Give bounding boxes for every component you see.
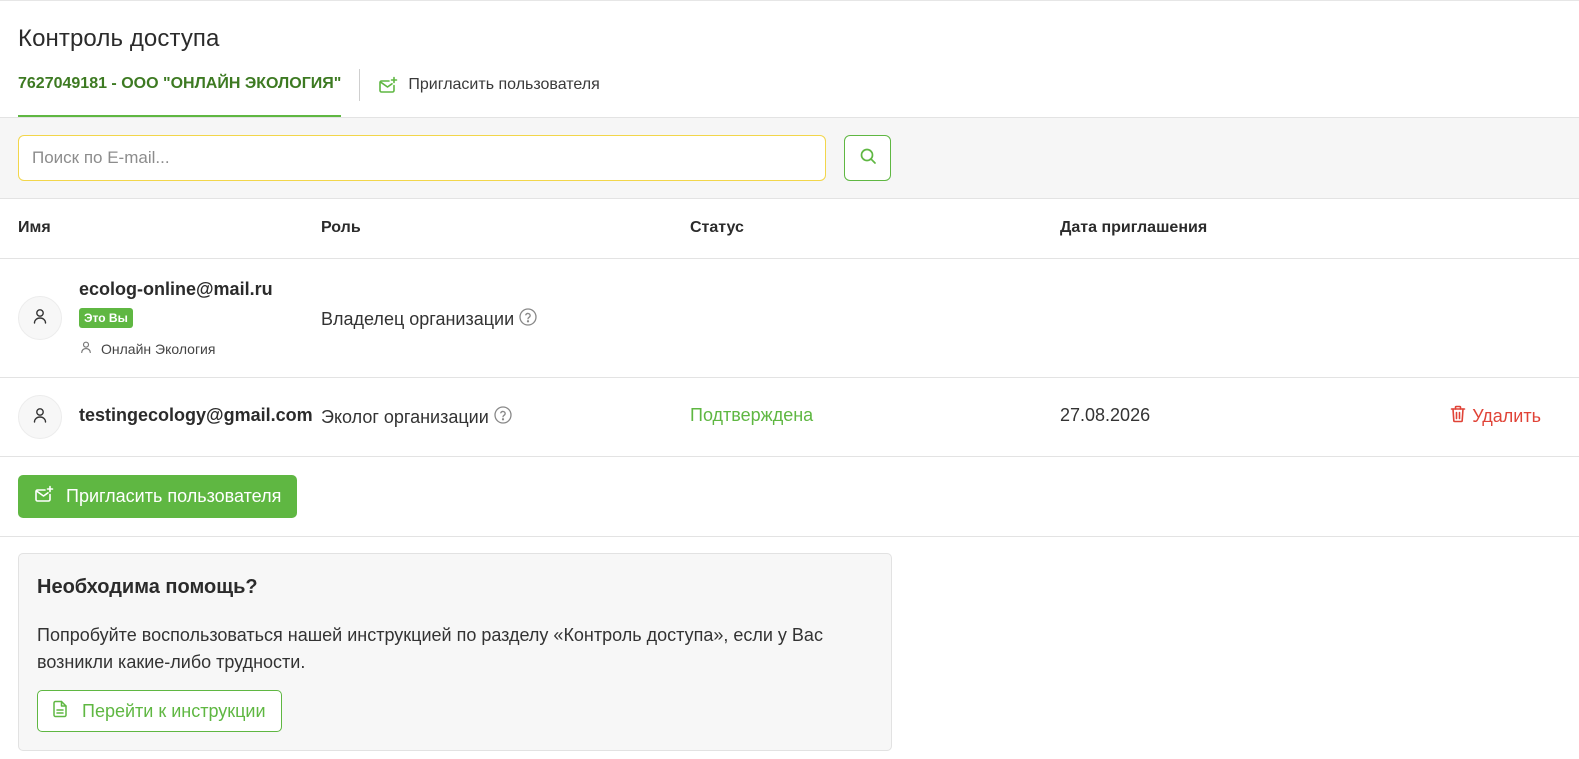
page-title: Контроль доступа: [18, 25, 220, 52]
tab-organization[interactable]: 7627049181 - ООО "ОНЛАЙН ЭКОЛОГИЯ": [18, 69, 342, 117]
instructions-button[interactable]: Перейти к инструкции: [37, 690, 282, 732]
search-icon: [859, 147, 877, 170]
tab-divider: [359, 69, 361, 101]
invite-button-label: Пригласить пользователя: [66, 486, 282, 506]
invite-section: Пригласить пользователя: [0, 457, 1579, 537]
document-icon: [52, 700, 68, 723]
instructions-button-label: Перейти к инструкции: [82, 700, 266, 721]
tab-invite-user[interactable]: Пригласить пользователя: [378, 69, 600, 95]
tab-invite-label: Пригласить пользователя: [408, 76, 600, 93]
table-header: Имя Роль Статус Дата приглашения: [0, 199, 1579, 259]
user-organization: Онлайн Экология: [79, 340, 215, 357]
search-input[interactable]: [18, 135, 826, 181]
status-text: Подтверждена: [690, 405, 814, 425]
current-user-badge: Это Вы: [79, 308, 133, 328]
user-role: Владелец организации: [321, 307, 538, 332]
search-bar: [0, 117, 1579, 199]
page-frame: Контроль доступа 7627049181 - ООО "ОНЛАЙ…: [0, 0, 1579, 759]
trash-icon: [1450, 405, 1466, 428]
user-email: testingecology@gmail.com: [79, 405, 313, 425]
invite-user-button[interactable]: Пригласить пользователя: [18, 475, 298, 518]
question-circle-icon[interactable]: [493, 405, 513, 430]
table-row: ecolog-online@mail.ru Это Вы Онлайн Экол…: [0, 259, 1579, 378]
role-label: Эколог организации: [321, 407, 489, 427]
column-header-name[interactable]: Имя: [18, 219, 51, 237]
user-role: Эколог организации: [321, 405, 513, 430]
column-header-role[interactable]: Роль: [321, 219, 361, 237]
table-row: testingecology@gmail.com Эколог организа…: [0, 378, 1579, 457]
column-header-status[interactable]: Статус: [690, 219, 744, 237]
delete-user-button[interactable]: Удалить: [1450, 405, 1541, 428]
question-circle-icon[interactable]: [518, 307, 538, 332]
organization-name: Онлайн Экология: [101, 340, 216, 357]
role-label: Владелец организации: [321, 309, 515, 329]
help-card: Необходима помощь? Попробуйте воспользов…: [18, 553, 892, 751]
user-icon: [31, 307, 49, 330]
tabs: 7627049181 - ООО "ОНЛАЙН ЭКОЛОГИЯ" Пригл…: [18, 69, 600, 117]
user-icon: [79, 340, 93, 357]
invite-date: 27.08.2026: [1060, 405, 1151, 425]
avatar: [18, 395, 62, 439]
user-icon: [31, 406, 49, 429]
help-title: Необходима помощь?: [37, 576, 258, 598]
mail-plus-icon: [378, 75, 398, 95]
mail-plus-icon: [34, 484, 54, 509]
help-text: Попробуйте воспользоваться нашей инструк…: [37, 625, 823, 672]
search-button[interactable]: [844, 135, 891, 181]
column-header-invite-date[interactable]: Дата приглашения: [1060, 219, 1207, 237]
avatar: [18, 296, 62, 340]
delete-label: Удалить: [1472, 406, 1541, 426]
user-email: ecolog-online@mail.ru: [79, 279, 273, 299]
